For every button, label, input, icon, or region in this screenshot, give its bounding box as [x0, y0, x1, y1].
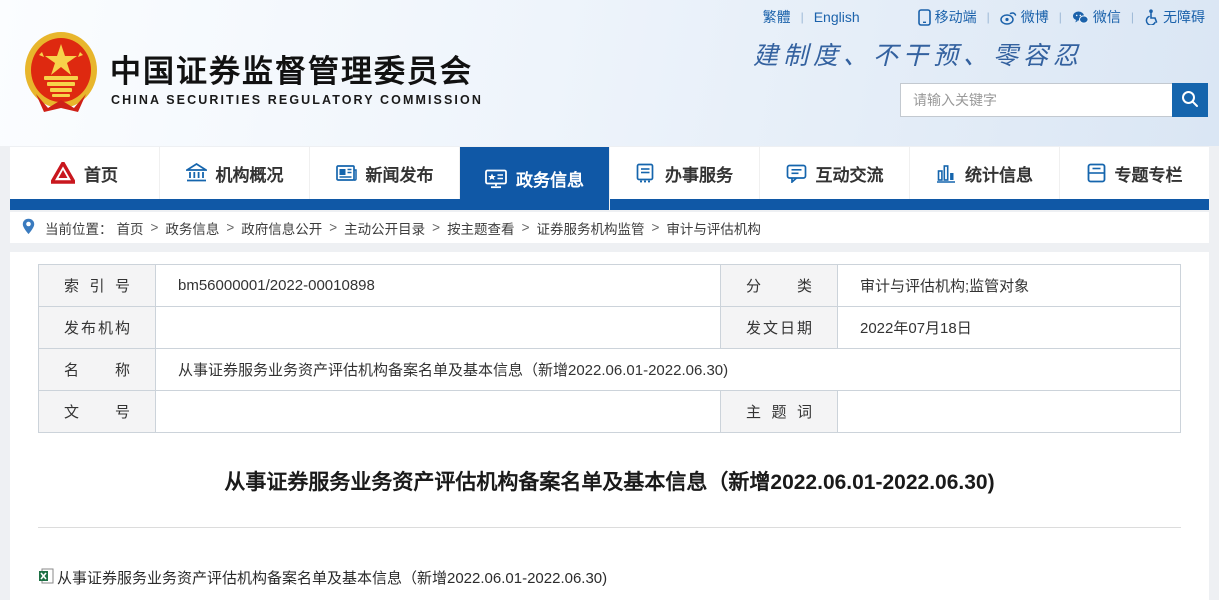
mobile-label: 移动端 — [934, 9, 977, 25]
chat-icon — [786, 164, 807, 183]
search-input[interactable] — [900, 83, 1172, 117]
breadcrumb-item-catalog[interactable]: 主动公开目录 — [344, 218, 425, 238]
attachment-link[interactable]: 从事证券服务业务资产评估机构备案名单及基本信息（新增2022.06.01-202… — [38, 567, 1181, 588]
breadcrumb-item-service-org[interactable]: 证券服务机构监管 — [536, 218, 644, 238]
document-meta-table: 索引号 bm56000001/2022-00010898 分类 审计与评估机构;… — [38, 264, 1181, 433]
nav-item-government-info[interactable]: 政务信息 — [460, 147, 610, 210]
national-emblem-logo — [22, 30, 100, 116]
nav-label: 统计信息 — [965, 165, 1033, 185]
wechat-link[interactable]: 微信 — [1072, 7, 1121, 27]
monitor-icon — [485, 169, 507, 189]
table-row: 文号 主题词 — [38, 390, 1181, 433]
divider: | — [1058, 10, 1062, 24]
subject-words-label: 主题词 — [720, 390, 838, 433]
site-search — [900, 83, 1208, 117]
divider: | — [1130, 10, 1134, 24]
nav-item-statistics[interactable]: 统计信息 — [910, 147, 1060, 199]
wechat-label: 微信 — [1092, 9, 1121, 25]
top-utility-bar: 繁體 | English 移动端 | 微博 | 微信 | 无障碍 — [763, 7, 1205, 27]
csrc-logo-icon — [51, 162, 75, 184]
weibo-link[interactable]: 微博 — [1000, 7, 1049, 27]
weibo-icon — [1000, 10, 1017, 25]
issue-date-value: 2022年07月18日 — [837, 306, 1181, 349]
mobile-icon — [917, 8, 931, 26]
table-row: 索引号 bm56000001/2022-00010898 分类 审计与评估机构;… — [38, 264, 1181, 307]
breadcrumb-item-by-topic[interactable]: 按主题查看 — [447, 218, 515, 238]
breadcrumb-separator: > — [651, 220, 660, 235]
mobile-link[interactable]: 移动端 — [917, 7, 977, 27]
subject-words-value — [837, 390, 1181, 433]
nav-item-home[interactable]: 首页 — [10, 147, 160, 199]
weibo-label: 微博 — [1020, 9, 1049, 25]
publisher-label: 发布机构 — [38, 306, 156, 349]
nav-label: 办事服务 — [665, 165, 733, 185]
site-header: 繁體 | English 移动端 | 微博 | 微信 | 无障碍 中国证券监督管… — [0, 0, 1219, 146]
services-icon — [636, 163, 656, 183]
category-value: 审计与评估机构;监管对象 — [837, 264, 1181, 307]
breadcrumb-item-disclosure[interactable]: 政府信息公开 — [241, 218, 322, 238]
breadcrumb-item-audit-eval[interactable]: 审计与评估机构 — [666, 218, 761, 238]
breadcrumb-separator: > — [432, 220, 441, 235]
nav-label: 新闻发布 — [365, 165, 434, 185]
lang-english-link[interactable]: English — [814, 9, 860, 25]
doc-number-value — [155, 390, 721, 433]
nav-label: 机构概况 — [215, 165, 284, 185]
topics-icon — [1087, 163, 1106, 183]
breadcrumb-item-gov-info[interactable]: 政务信息 — [165, 218, 219, 238]
doc-number-label: 文号 — [38, 390, 156, 433]
breadcrumb-separator: > — [226, 220, 235, 235]
breadcrumb-item-home[interactable]: 首页 — [117, 218, 144, 238]
breadcrumb-label: 当前位置： — [45, 221, 113, 237]
breadcrumb-separator: > — [521, 220, 530, 235]
main-navigation: 首页 机构概况 新闻发布 政务信息 办事服务 互动交流 统计信息 专题专栏 — [10, 147, 1209, 210]
nav-item-about[interactable]: 机构概况 — [160, 147, 310, 199]
divider: | — [986, 10, 990, 24]
search-button[interactable] — [1172, 83, 1208, 117]
category-label: 分类 — [720, 264, 838, 307]
accessibility-label: 无障碍 — [1163, 9, 1205, 25]
table-row: 名称 从事证券服务业务资产评估机构备案名单及基本信息（新增2022.06.01-… — [38, 348, 1181, 391]
site-title-english: CHINA SECURITIES REGULATORY COMMISSION — [111, 93, 483, 107]
attachment-name: 从事证券服务业务资产评估机构备案名单及基本信息（新增2022.06.01-202… — [57, 570, 608, 587]
nav-item-special-topics[interactable]: 专题专栏 — [1060, 147, 1209, 199]
wechat-icon — [1072, 10, 1089, 25]
name-value: 从事证券服务业务资产评估机构备案名单及基本信息（新增2022.06.01-202… — [155, 348, 1181, 391]
publisher-value — [155, 306, 721, 349]
nav-item-interaction[interactable]: 互动交流 — [760, 147, 910, 199]
nav-label: 政务信息 — [516, 171, 584, 190]
name-label: 名称 — [38, 348, 156, 391]
news-icon — [335, 164, 357, 183]
article-container: 索引号 bm56000001/2022-00010898 分类 审计与评估机构;… — [10, 252, 1209, 600]
accessibility-link[interactable]: 无障碍 — [1144, 7, 1205, 27]
divider: | — [800, 10, 804, 24]
nav-item-services[interactable]: 办事服务 — [610, 147, 760, 199]
nav-item-news[interactable]: 新闻发布 — [310, 147, 460, 199]
site-title-chinese: 中国证券监督管理委员会 — [110, 54, 473, 89]
nav-label: 首页 — [84, 165, 118, 185]
divider — [38, 527, 1181, 528]
bar-chart-icon — [936, 163, 956, 183]
nav-label: 互动交流 — [815, 165, 884, 185]
index-no-value: bm56000001/2022-00010898 — [155, 264, 721, 307]
accessibility-icon — [1144, 9, 1159, 25]
lang-traditional-link[interactable]: 繁體 — [763, 7, 791, 27]
issue-date-label: 发文日期 — [720, 306, 838, 349]
index-no-label: 索引号 — [38, 264, 156, 307]
policy-slogan: 建制度、不干预、零容忍 — [752, 41, 1083, 70]
breadcrumb-separator: > — [150, 220, 159, 235]
location-pin-icon — [22, 218, 41, 238]
breadcrumb: 当前位置： 首页 > 政务信息 > 政府信息公开 > 主动公开目录 > 按主题查… — [10, 212, 1209, 243]
table-row: 发布机构 发文日期 2022年07月18日 — [38, 306, 1181, 349]
bank-icon — [185, 163, 207, 183]
article-title: 从事证券服务业务资产评估机构备案名单及基本信息（新增2022.06.01-202… — [224, 471, 995, 494]
excel-file-icon — [38, 568, 54, 588]
search-icon — [1180, 89, 1200, 112]
breadcrumb-separator: > — [329, 220, 338, 235]
nav-label: 专题专栏 — [1114, 165, 1183, 185]
